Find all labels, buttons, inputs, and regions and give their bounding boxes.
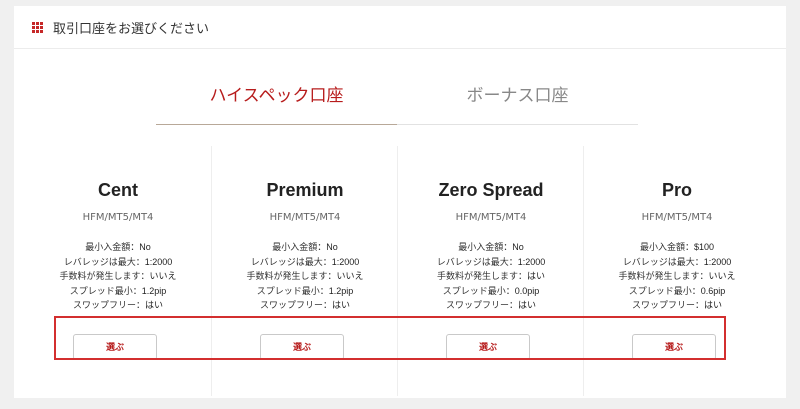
spec-label: スワップフリー： — [72, 301, 145, 311]
spec-label: スプレッド最小： — [69, 286, 142, 297]
spec-value: いいえ — [708, 271, 736, 281]
spec-value: 0.0pip — [514, 285, 540, 296]
spec-commission: 手数料が発生します：はい — [398, 270, 584, 285]
spec-label: レバレッジは最大： — [250, 257, 332, 268]
spec-swap-free: スワップフリー：はい — [398, 299, 584, 314]
select-zero-spread-button[interactable]: 選ぶ — [446, 334, 530, 360]
spec-label: レバレッジは最大： — [436, 257, 518, 268]
tab-high-spec-account[interactable]: ハイスペック口座 — [156, 76, 397, 125]
spec-max-leverage: レバレッジは最大：1:2000 — [212, 256, 398, 271]
spec-value: はい — [145, 300, 164, 310]
account-platform: HFM/MT5/MT4 — [82, 212, 154, 223]
spec-min-spread: スプレッド最小：1.2pip — [25, 285, 211, 300]
spec-swap-free: スワップフリー：はい — [25, 299, 211, 314]
spec-label: スワップフリー： — [631, 301, 704, 311]
spec-label: スワップフリー： — [445, 301, 518, 311]
spec-value: 1:2000 — [331, 256, 360, 267]
account-platform: HFM/MT5/MT4 — [641, 212, 713, 223]
spec-swap-free: スワップフリー：はい — [584, 299, 770, 314]
select-pro-button[interactable]: 選ぶ — [632, 334, 716, 360]
account-card-pro: Pro HFM/MT5/MT4 最小入金額：$100 レバレッジは最大：1:20… — [583, 146, 770, 396]
account-cards: Cent HFM/MT5/MT4 最小入金額：No レバレッジは最大：1:200… — [25, 146, 769, 396]
spec-min-deposit: 最小入金額：No — [25, 241, 211, 256]
grid-icon — [32, 22, 43, 33]
panel-header: 取引口座をお選びください — [14, 6, 786, 49]
spec-value: 1.2pip — [328, 285, 354, 296]
spec-value: No — [139, 242, 151, 252]
spec-label: 手数料が発生します： — [618, 272, 709, 282]
spec-value: 1.2pip — [141, 285, 167, 296]
account-name: Premium — [266, 180, 344, 200]
spec-label: 手数料が発生します： — [59, 272, 150, 282]
spec-commission: 手数料が発生します：いいえ — [212, 270, 398, 285]
spec-min-deposit: 最小入金額：No — [212, 241, 398, 256]
tab-label: ボーナス口座 — [466, 86, 569, 106]
spec-min-deposit: 最小入金額：$100 — [584, 241, 770, 256]
spec-value: いいえ — [336, 271, 364, 281]
spec-value: 0.6pip — [700, 285, 726, 296]
spec-label: レバレッジは最大： — [63, 257, 145, 268]
spec-min-deposit: 最小入金額：No — [398, 241, 584, 256]
active-tab-underline — [156, 124, 397, 125]
spec-min-spread: スプレッド最小：0.6pip — [584, 285, 770, 300]
spec-max-leverage: レバレッジは最大：1:2000 — [584, 256, 770, 271]
account-name: Zero Spread — [438, 180, 544, 200]
spec-min-spread: スプレッド最小：0.0pip — [398, 285, 584, 300]
account-specs: 最小入金額：$100 レバレッジは最大：1:2000 手数料が発生します：いいえ… — [584, 241, 770, 314]
spec-value: 1:2000 — [703, 256, 732, 267]
spec-label: レバレッジは最大： — [622, 257, 704, 268]
spec-value: いいえ — [149, 271, 177, 281]
spec-label: 最小入金額： — [272, 243, 327, 253]
spec-value: No — [512, 242, 524, 252]
tab-bonus-account[interactable]: ボーナス口座 — [397, 76, 638, 124]
account-selection-panel: 取引口座をお選びください ハイスペック口座 ボーナス口座 Cent HFM/MT… — [14, 6, 786, 398]
spec-value: No — [326, 242, 338, 252]
spec-value: はい — [704, 300, 723, 310]
spec-label: 最小入金額： — [458, 243, 513, 253]
select-cent-button[interactable]: 選ぶ — [73, 334, 157, 360]
spec-label: 手数料が発生します： — [246, 272, 337, 282]
spec-value: はい — [518, 300, 537, 310]
account-specs: 最小入金額：No レバレッジは最大：1:2000 手数料が発生します：いいえ ス… — [212, 241, 398, 314]
account-specs: 最小入金額：No レバレッジは最大：1:2000 手数料が発生します：はい スプ… — [398, 241, 584, 314]
spec-label: 最小入金額： — [85, 243, 140, 253]
spec-swap-free: スワップフリー：はい — [212, 299, 398, 314]
spec-value: はい — [332, 300, 351, 310]
account-platform: HFM/MT5/MT4 — [269, 212, 341, 223]
spec-value: 1:2000 — [517, 256, 546, 267]
account-name: Cent — [98, 180, 138, 200]
spec-label: スプレッド最小： — [442, 286, 515, 297]
page-title: 取引口座をお選びください — [53, 22, 210, 37]
account-type-tabs: ハイスペック口座 ボーナス口座 — [156, 76, 638, 125]
spec-commission: 手数料が発生します：いいえ — [25, 270, 211, 285]
spec-value: 1:2000 — [144, 256, 173, 267]
account-card-zero-spread: Zero Spread HFM/MT5/MT4 最小入金額：No レバレッジは最… — [397, 146, 584, 396]
spec-label: スプレッド最小： — [256, 286, 329, 297]
spec-min-spread: スプレッド最小：1.2pip — [212, 285, 398, 300]
spec-max-leverage: レバレッジは最大：1:2000 — [25, 256, 211, 271]
account-name: Pro — [661, 180, 692, 200]
spec-label: 最小入金額： — [639, 243, 694, 253]
spec-value: $100 — [693, 242, 715, 252]
spec-value: はい — [527, 271, 546, 281]
select-premium-button[interactable]: 選ぶ — [260, 334, 344, 360]
tab-label: ハイスペック口座 — [209, 86, 344, 106]
account-card-premium: Premium HFM/MT5/MT4 最小入金額：No レバレッジは最大：1:… — [211, 146, 398, 396]
account-platform: HFM/MT5/MT4 — [455, 212, 527, 223]
spec-label: スワップフリー： — [259, 301, 332, 311]
account-card-cent: Cent HFM/MT5/MT4 最小入金額：No レバレッジは最大：1:200… — [25, 146, 211, 396]
spec-commission: 手数料が発生します：いいえ — [584, 270, 770, 285]
spec-label: スプレッド最小： — [628, 286, 701, 297]
spec-max-leverage: レバレッジは最大：1:2000 — [398, 256, 584, 271]
account-specs: 最小入金額：No レバレッジは最大：1:2000 手数料が発生します：いいえ ス… — [25, 241, 211, 314]
spec-label: 手数料が発生します： — [436, 272, 527, 282]
